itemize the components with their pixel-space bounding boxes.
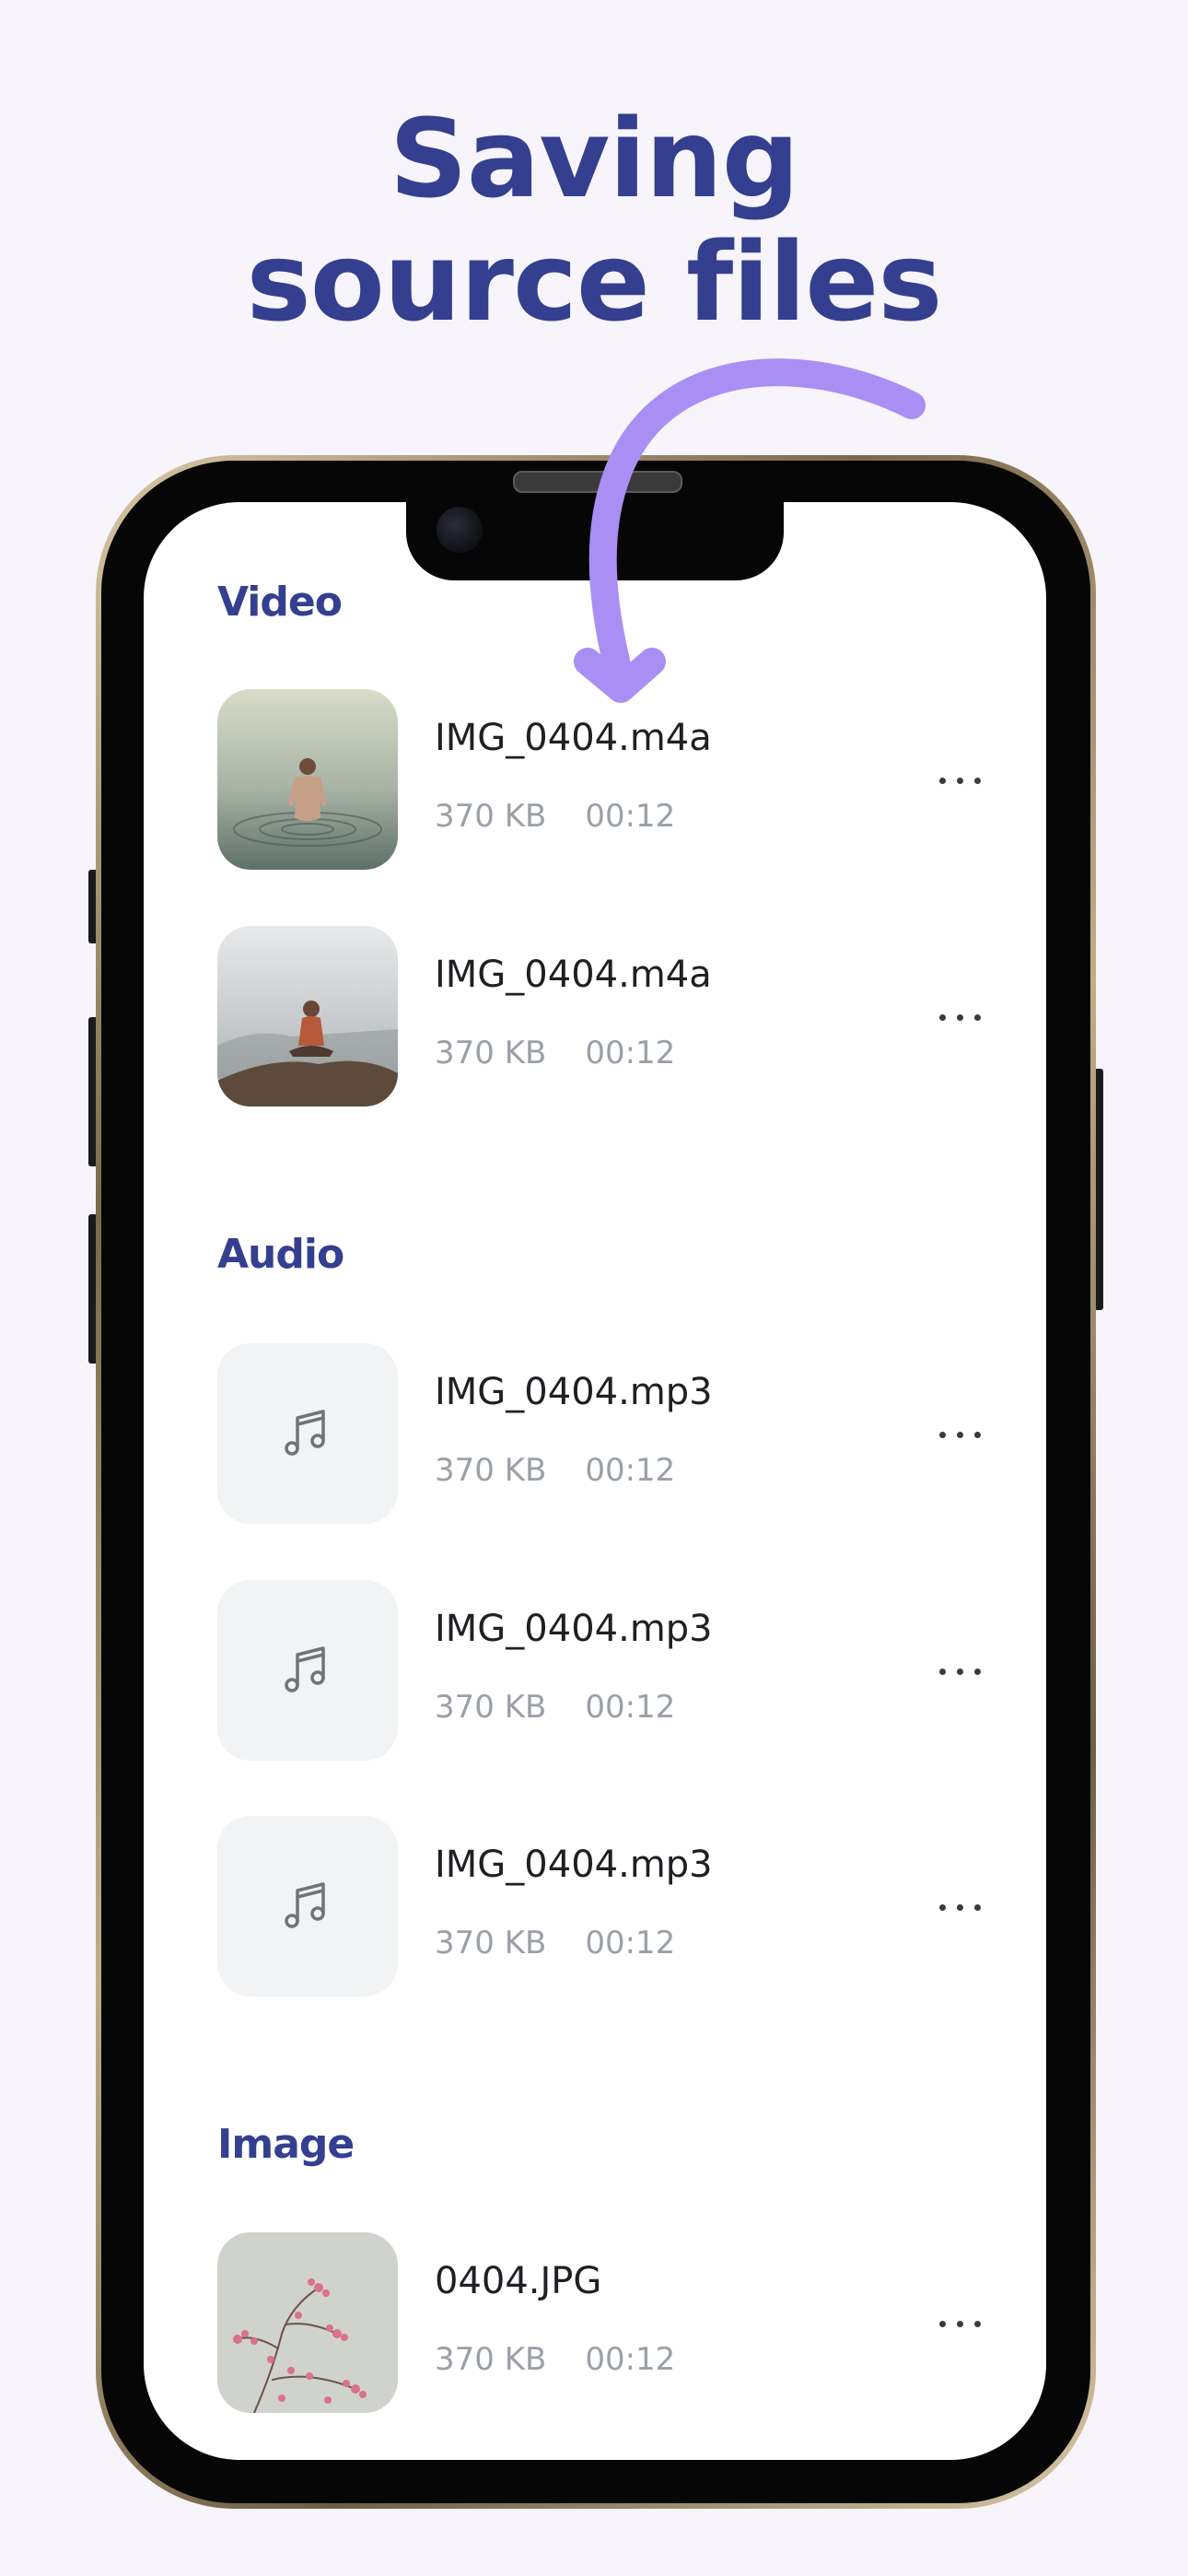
file-meta: 370 KB 00:12 <box>435 2341 714 2378</box>
more-options-button[interactable] <box>923 1648 996 1694</box>
file-size: 370 KB <box>435 1925 547 1961</box>
dot <box>938 1668 946 1675</box>
dot <box>973 2320 981 2327</box>
list-item[interactable]: IMG_0404.mp3 370 KB 00:12 <box>217 1816 982 1996</box>
music-note-icon <box>285 1646 325 1692</box>
dot <box>973 1903 981 1911</box>
dot <box>956 2320 963 2327</box>
file-meta: 370 KB 00:12 <box>435 1452 714 1489</box>
file-name: IMG_0404.mp3 <box>435 1844 713 1886</box>
video-thumbnail <box>217 926 398 1107</box>
dot <box>938 2320 946 2327</box>
section-title-image: Image <box>217 2121 355 2168</box>
dot <box>938 1903 946 1911</box>
more-options-button[interactable] <box>923 994 996 1040</box>
file-duration: 00:12 <box>585 1925 676 1961</box>
dot <box>956 1013 963 1021</box>
curved-arrow-icon <box>574 358 926 703</box>
dot <box>938 1013 946 1021</box>
file-duration: 00:12 <box>585 2341 676 2378</box>
file-name: IMG_0404.mp3 <box>435 1608 713 1650</box>
file-name: 0404.JPG <box>435 2260 602 2302</box>
music-note-icon <box>285 1882 325 1928</box>
file-size: 370 KB <box>435 2341 547 2378</box>
file-size: 370 KB <box>435 1452 547 1489</box>
list-item[interactable]: IMG_0404.mp3 370 KB 00:12 <box>217 1580 982 1761</box>
photo-person-meditating-on-rock <box>217 926 398 1107</box>
music-note-icon <box>285 1410 325 1456</box>
dot <box>973 1668 981 1675</box>
more-options-button[interactable] <box>923 1884 996 1930</box>
file-name: IMG_0404.mp3 <box>435 1371 713 1413</box>
dot <box>973 1013 981 1021</box>
file-name: IMG_0404.m4a <box>435 954 712 996</box>
list-item[interactable]: 0404.JPG 370 KB 00:12 <box>217 2232 982 2413</box>
list-item[interactable]: IMG_0404.m4a 370 KB 00:12 <box>217 926 982 1107</box>
audio-thumbnail <box>217 1580 398 1761</box>
audio-thumbnail <box>217 1343 398 1524</box>
file-duration: 00:12 <box>585 1689 676 1726</box>
dot <box>973 1431 981 1438</box>
section-title-audio: Audio <box>217 1231 344 1278</box>
audio-thumbnail <box>217 1816 398 1996</box>
dot <box>956 1431 963 1438</box>
file-size: 370 KB <box>435 1035 547 1071</box>
photo-pink-blossom-branch <box>217 2232 398 2413</box>
file-meta: 370 KB 00:12 <box>435 1035 714 1071</box>
dot <box>956 1668 963 1675</box>
list-item[interactable]: IMG_0404.mp3 370 KB 00:12 <box>217 1343 982 1524</box>
file-size: 370 KB <box>435 1689 547 1726</box>
file-duration: 00:12 <box>585 1452 676 1489</box>
file-meta: 370 KB 00:12 <box>435 1925 714 1961</box>
more-options-button[interactable] <box>923 1411 996 1458</box>
dot <box>938 1431 946 1438</box>
dot <box>956 1903 963 1911</box>
file-duration: 00:12 <box>585 1035 676 1071</box>
more-options-button[interactable] <box>923 2301 996 2347</box>
image-thumbnail <box>217 2232 398 2413</box>
file-meta: 370 KB 00:12 <box>435 1689 714 1726</box>
